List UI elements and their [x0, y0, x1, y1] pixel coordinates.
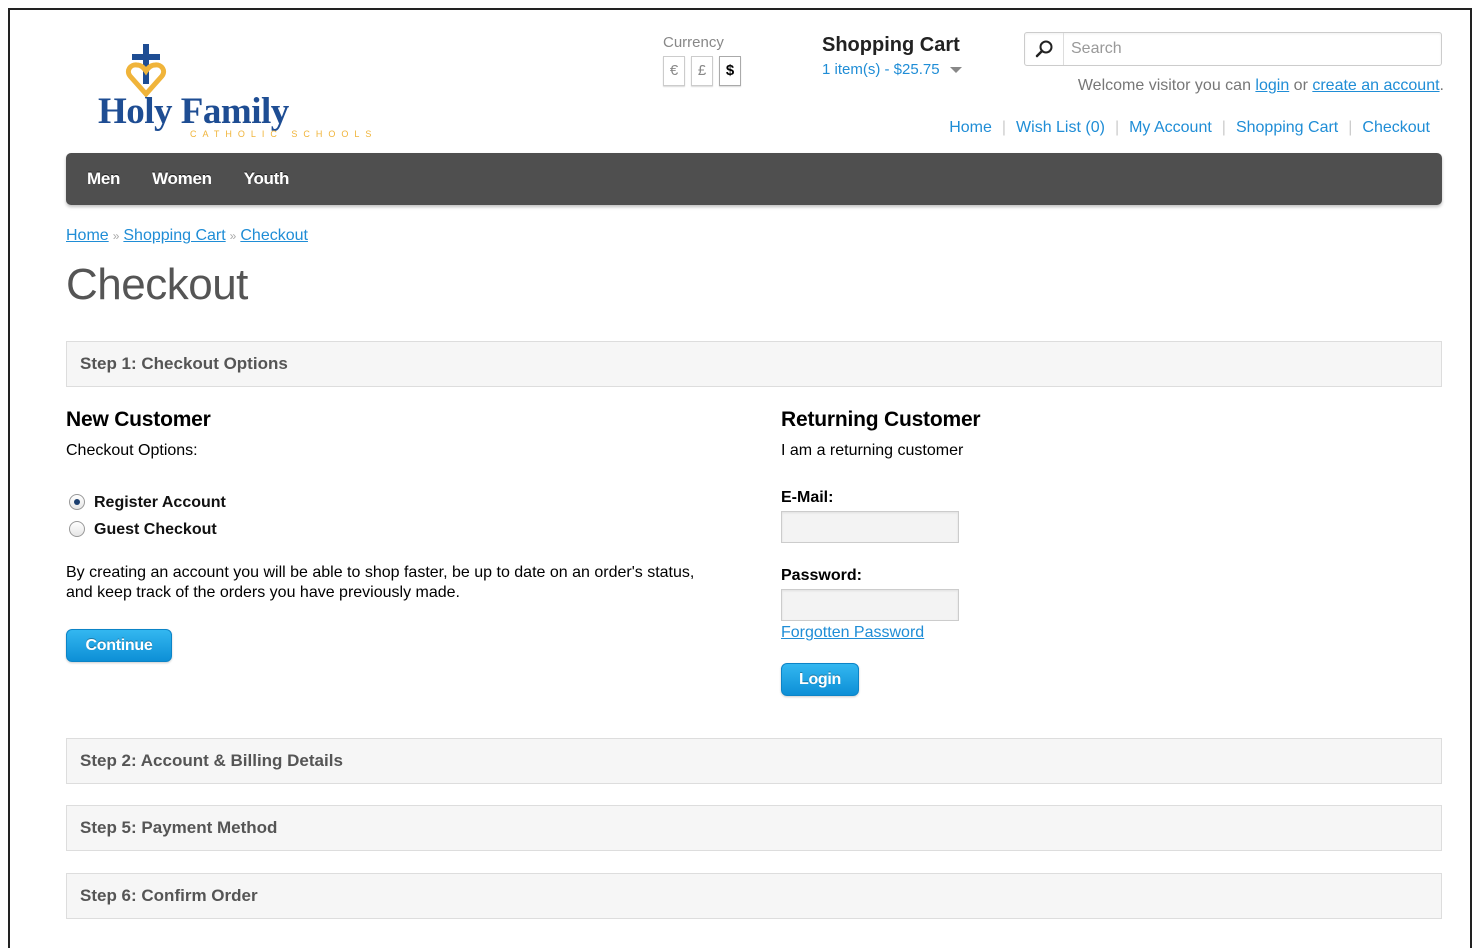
chevron-down-icon[interactable] [949, 66, 962, 73]
currency-euro-button[interactable]: € [663, 56, 685, 86]
forgotten-password-link[interactable]: Forgotten Password [781, 624, 924, 642]
welcome-message: Welcome visitor you can login or create … [1078, 77, 1444, 95]
register-account-radio[interactable] [69, 494, 85, 510]
toplink-shopping-cart[interactable]: Shopping Cart [1236, 119, 1338, 136]
returning-customer-heading: Returning Customer [781, 408, 981, 431]
register-description: By creating an account you will be able … [66, 564, 695, 601]
step-5-header[interactable]: Step 5: Payment Method [66, 805, 1442, 851]
email-label: E-Mail: [781, 489, 834, 506]
search-input[interactable] [1065, 33, 1447, 65]
cart-summary[interactable]: 1 item(s) - $25.75 [822, 61, 940, 78]
toplink-wishlist[interactable]: Wish List (0) [1016, 119, 1105, 136]
login-button[interactable]: Login [781, 663, 859, 696]
welcome-prefix: Welcome visitor you can [1077, 77, 1256, 94]
separator: | [1001, 119, 1007, 136]
currency-selector: Currency € £ $ [663, 34, 747, 86]
currency-label: Currency [663, 34, 724, 51]
password-field[interactable] [781, 589, 959, 621]
menu-item-youth[interactable]: Youth [244, 153, 290, 205]
menu-item-women[interactable]: Women [152, 153, 212, 205]
cart-title: Shopping Cart [822, 34, 960, 56]
toplink-checkout[interactable]: Checkout [1362, 119, 1430, 136]
separator: | [1114, 119, 1120, 136]
step-2-title: Step 2: Account & Billing Details [80, 751, 343, 770]
toplink-my-account[interactable]: My Account [1129, 119, 1212, 136]
page-title: Checkout [66, 260, 248, 309]
welcome-middle: or [1289, 77, 1313, 94]
new-customer-heading: New Customer [66, 408, 211, 431]
returning-customer-text: I am a returning customer [781, 442, 964, 459]
separator: | [1221, 119, 1226, 136]
step-2-header[interactable]: Step 2: Account & Billing Details [66, 738, 1442, 784]
step-1-title: Step 1: Checkout Options [80, 354, 288, 373]
email-field[interactable] [781, 511, 959, 543]
step-1-header[interactable]: Step 1: Checkout Options [66, 341, 1442, 387]
breadcrumb-separator: » [112, 229, 120, 243]
logo-title: Holy Family [98, 91, 289, 132]
breadcrumb: Home» Shopping Cart» Checkout [66, 227, 308, 245]
currency-pound-button[interactable]: £ [691, 56, 713, 86]
toplink-home[interactable]: Home [949, 119, 992, 136]
breadcrumb-separator: » [229, 229, 237, 243]
checkout-options-label: Checkout Options: [66, 442, 198, 459]
step-6-header[interactable]: Step 6: Confirm Order [66, 873, 1442, 919]
search-box [1024, 32, 1447, 66]
currency-dollar-button[interactable]: $ [719, 56, 741, 86]
welcome-suffix: . [1439, 77, 1444, 94]
separator: | [1348, 119, 1353, 136]
login-link[interactable]: login [1255, 77, 1289, 94]
store-logo[interactable]: Holy Family CATHOLIC SCHOOLS [90, 40, 410, 140]
guest-checkout-label[interactable]: Guest Checkout [94, 521, 217, 538]
logo-subtitle: CATHOLIC SCHOOLS [190, 129, 378, 139]
search-button[interactable] [1025, 33, 1064, 65]
step-5-title: Step 5: Payment Method [80, 818, 278, 837]
password-label: Password: [781, 567, 862, 584]
create-account-link[interactable]: create an account [1312, 77, 1439, 94]
search-icon [1035, 40, 1053, 58]
breadcrumb-home[interactable]: Home [66, 227, 109, 244]
top-links: Home | Wish List (0) | My Account | Shopping C… [949, 119, 1430, 137]
breadcrumb-checkout[interactable]: Checkout [240, 227, 308, 244]
cart-widget[interactable]: Shopping Cart 1 item(s) - $25.75 [822, 34, 962, 79]
register-account-label[interactable]: Register Account [94, 494, 226, 511]
register-account-option[interactable]: Register Account [69, 494, 226, 512]
guest-checkout-radio[interactable] [69, 521, 85, 537]
breadcrumb-shopping-cart[interactable]: Shopping Cart [123, 227, 225, 244]
continue-button[interactable]: Continue [66, 629, 172, 662]
menu-item-men[interactable]: Men [87, 153, 120, 205]
main-menu: Men Women Youth [66, 153, 1442, 205]
step-6-title: Step 6: Confirm Order [80, 886, 258, 905]
guest-checkout-option[interactable]: Guest Checkout [69, 521, 217, 539]
